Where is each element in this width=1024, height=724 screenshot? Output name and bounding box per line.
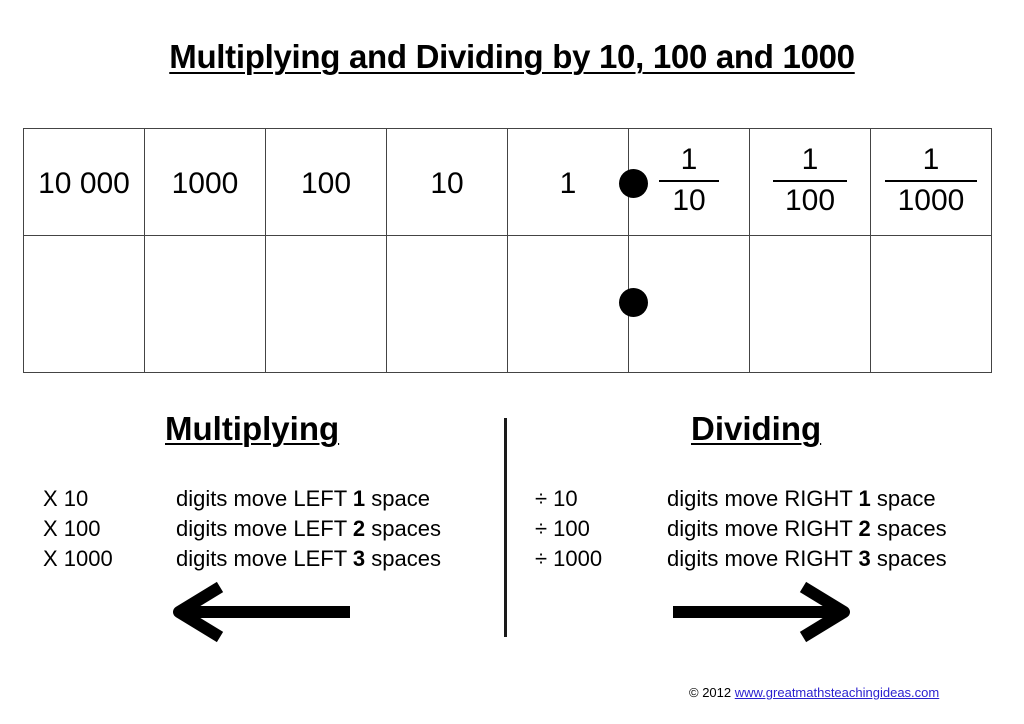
place-value-label: 1 xyxy=(559,167,577,200)
place-value-label: 10 xyxy=(430,167,464,200)
place-value-header-cell: 1 1000 xyxy=(870,128,992,236)
place-value-entry-cell[interactable] xyxy=(507,235,629,373)
arrow-left-icon xyxy=(173,581,350,643)
rule-count: 1 xyxy=(858,486,871,511)
footer: © 2012 www.greatmathsteachingideas.com xyxy=(689,685,939,700)
place-value-label: 1000 xyxy=(171,167,239,200)
rule-description: digits move LEFT 3 spaces xyxy=(176,544,441,574)
multiplying-heading: Multiplying xyxy=(165,410,340,447)
fraction-denominator: 10 xyxy=(672,184,706,217)
place-value-entry-cell[interactable] xyxy=(386,235,508,373)
rule-description: digits move RIGHT 3 spaces xyxy=(667,544,947,574)
fraction-bar xyxy=(659,180,719,182)
fraction-label: 1 100 xyxy=(750,143,870,218)
rule-text: spaces xyxy=(365,516,441,541)
rule-text: spaces xyxy=(870,546,947,571)
rule-count: 2 xyxy=(858,516,871,541)
rule-count: 2 xyxy=(352,516,366,541)
fraction-denominator: 1000 xyxy=(897,184,965,217)
rule-text: digits move LEFT xyxy=(176,486,353,511)
dividing-heading: Dividing xyxy=(691,410,822,447)
website-link[interactable]: www.greatmathsteachingideas.com xyxy=(735,685,940,700)
fraction-numerator: 1 xyxy=(922,143,940,176)
place-value-entry-cell[interactable] xyxy=(749,235,871,373)
rule-text: digits move RIGHT xyxy=(667,546,859,571)
rule-text: spaces xyxy=(365,546,441,571)
page-title: Multiplying and Dividing by 10, 100 and … xyxy=(169,38,855,75)
rule-count: 3 xyxy=(352,546,366,571)
place-value-entry-cell[interactable] xyxy=(144,235,266,373)
rule-text: digits move RIGHT xyxy=(667,516,859,541)
place-value-header-cell: 1 100 xyxy=(749,128,871,236)
rule-text: digits move LEFT xyxy=(176,546,353,571)
fraction-denominator: 100 xyxy=(784,184,836,217)
rule-text: space xyxy=(365,486,430,511)
fraction-bar xyxy=(885,180,977,182)
rule-count: 1 xyxy=(352,486,366,511)
rule-count: 3 xyxy=(858,546,871,571)
rule-description: digits move RIGHT 1 space xyxy=(667,484,936,514)
fraction-numerator: 1 xyxy=(680,143,698,176)
rule-description: digits move RIGHT 2 spaces xyxy=(667,514,947,544)
rule-operation: X 10 xyxy=(43,486,89,511)
place-value-entry-row xyxy=(23,235,992,373)
place-value-table: 10 000 1000 100 10 1 1 10 1 100 1 1000 xyxy=(23,128,992,373)
decimal-point-icon xyxy=(619,169,648,198)
rule-operation: X 1000 xyxy=(43,546,113,571)
rule-text: space xyxy=(870,486,936,511)
rule-text: spaces xyxy=(870,516,947,541)
rule-description: digits move LEFT 1 space xyxy=(176,484,430,514)
rule-operation: ÷ 1000 xyxy=(535,546,603,571)
place-value-label: 100 xyxy=(300,167,352,200)
section-divider xyxy=(504,418,507,637)
rule-operation: ÷ 10 xyxy=(535,486,578,511)
place-value-header-cell: 10 000 xyxy=(23,128,145,236)
decimal-point-icon xyxy=(619,288,648,317)
place-value-header-cell: 100 xyxy=(265,128,387,236)
copyright-text: © 2012 xyxy=(689,685,735,700)
rule-text: digits move LEFT xyxy=(176,516,353,541)
fraction-bar xyxy=(773,180,847,182)
rule-operation: ÷ 100 xyxy=(535,516,590,541)
place-value-header-cell: 10 xyxy=(386,128,508,236)
rule-text: digits move RIGHT xyxy=(667,486,859,511)
arrow-right-icon xyxy=(673,581,850,643)
place-value-entry-cell[interactable] xyxy=(23,235,145,373)
fraction-label: 1 10 xyxy=(659,143,719,218)
place-value-header-cell: 1000 xyxy=(144,128,266,236)
place-value-entry-cell[interactable] xyxy=(265,235,387,373)
rule-description: digits move LEFT 2 spaces xyxy=(176,514,441,544)
place-value-label: 10 000 xyxy=(38,167,130,200)
place-value-entry-cell[interactable] xyxy=(870,235,992,373)
rule-operation: X 100 xyxy=(43,516,101,541)
place-value-header-row: 10 000 1000 100 10 1 1 10 1 100 1 1000 xyxy=(23,128,992,236)
place-value-header-cell: 1 xyxy=(507,128,629,236)
fraction-label: 1 1000 xyxy=(871,143,991,218)
fraction-numerator: 1 xyxy=(801,143,819,176)
